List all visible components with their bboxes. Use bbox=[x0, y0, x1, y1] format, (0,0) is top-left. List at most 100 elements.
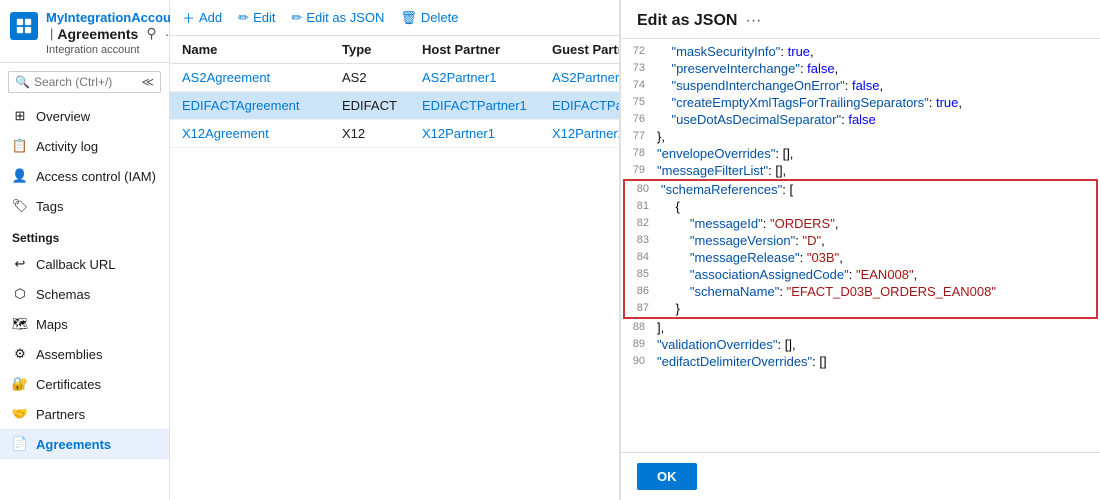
json-line: 76 "useDotAsDecimalSeparator": false bbox=[621, 111, 1100, 128]
line-number: 75 bbox=[621, 95, 653, 108]
row-type: X12 bbox=[342, 126, 422, 141]
nav-certificates-label: Certificates bbox=[36, 377, 101, 392]
maps-icon: 🗺 bbox=[12, 316, 28, 332]
schemas-icon: ⬡ bbox=[12, 286, 28, 302]
partners-icon: 🤝 bbox=[12, 406, 28, 422]
edit-button[interactable]: ✏ Edit bbox=[238, 10, 275, 26]
col-name: Name bbox=[182, 42, 342, 57]
nav-schemas[interactable]: ⬡ Schemas bbox=[0, 279, 169, 309]
access-icon: 👤 bbox=[12, 168, 28, 184]
line-number: 72 bbox=[621, 44, 653, 57]
line-content: "preserveInterchange": false, bbox=[653, 61, 1100, 76]
line-number: 86 bbox=[625, 284, 657, 297]
line-content: "messageRelease": "03B", bbox=[657, 250, 1096, 265]
line-content: "useDotAsDecimalSeparator": false bbox=[653, 112, 1100, 127]
table-row[interactable]: AS2Agreement AS2 AS2Partner1 AS2Partner2 bbox=[170, 64, 619, 92]
agreements-icon: 📄 bbox=[12, 436, 28, 452]
line-number: 85 bbox=[625, 267, 657, 280]
search-input[interactable] bbox=[34, 75, 135, 89]
json-line: 86 "schemaName": "EFACT_D03B_ORDERS_EAN0… bbox=[625, 283, 1096, 300]
edit-json-button[interactable]: ✏ Edit as JSON bbox=[291, 10, 384, 26]
row-type: AS2 bbox=[342, 70, 422, 85]
json-header: Edit as JSON ··· bbox=[621, 0, 1100, 39]
pin-button[interactable]: ⚲ bbox=[146, 25, 156, 42]
nav-agreements-label: Agreements bbox=[36, 437, 111, 452]
line-number: 89 bbox=[621, 337, 653, 350]
line-content: "envelopeOverrides": [], bbox=[653, 146, 1100, 161]
section-title: Agreements bbox=[57, 26, 138, 42]
json-panel: Edit as JSON ··· 72 "maskSecurityInfo": … bbox=[620, 0, 1100, 500]
line-content: "createEmptyXmlTagsForTrailingSeparators… bbox=[653, 95, 1100, 110]
add-button[interactable]: ＋ Add bbox=[182, 8, 222, 27]
row-host: X12Partner1 bbox=[422, 126, 552, 141]
json-line: 79 "messageFilterList": [], bbox=[621, 162, 1100, 179]
json-line: 89 "validationOverrides": [], bbox=[621, 336, 1100, 353]
line-number: 84 bbox=[625, 250, 657, 263]
row-host: EDIFACTPartner1 bbox=[422, 98, 552, 113]
json-line: 83 "messageVersion": "D", bbox=[625, 232, 1096, 249]
edit-json-label: Edit as JSON bbox=[306, 10, 384, 25]
col-type: Type bbox=[342, 42, 422, 57]
line-number: 79 bbox=[621, 163, 653, 176]
nav-tags[interactable]: 🏷 Tags bbox=[0, 191, 169, 221]
nav-activity-label: Activity log bbox=[36, 139, 98, 154]
line-content: { bbox=[657, 199, 1096, 214]
json-line: 81 { bbox=[625, 198, 1096, 215]
nav-activity-log[interactable]: 📋 Activity log bbox=[0, 131, 169, 161]
settings-section-label: Settings bbox=[0, 221, 169, 249]
ok-button[interactable]: OK bbox=[637, 463, 697, 490]
overview-icon: ⊞ bbox=[12, 108, 28, 124]
line-content: "schemaReferences": [ bbox=[657, 182, 1096, 197]
activity-icon: 📋 bbox=[12, 138, 28, 154]
table-header: Name Type Host Partner Guest Partner bbox=[170, 36, 619, 64]
account-icon bbox=[10, 12, 38, 40]
edit-icon: ✏ bbox=[238, 10, 249, 26]
table-row[interactable]: X12Agreement X12 X12Partner1 X12Partner2 bbox=[170, 120, 619, 148]
nav-callback-url[interactable]: ↩ Callback URL bbox=[0, 249, 169, 279]
row-host: AS2Partner1 bbox=[422, 70, 552, 85]
nav-agreements[interactable]: 📄 Agreements bbox=[0, 429, 169, 459]
json-line: 78 "envelopeOverrides": [], bbox=[621, 145, 1100, 162]
nav-certificates[interactable]: 🔐 Certificates bbox=[0, 369, 169, 399]
line-number: 77 bbox=[621, 129, 653, 142]
nav-assemblies-label: Assemblies bbox=[36, 347, 102, 362]
line-content: "messageVersion": "D", bbox=[657, 233, 1096, 248]
delete-icon: 🗑 bbox=[400, 10, 417, 26]
line-content: "edifactDelimiterOverrides": [] bbox=[653, 354, 1100, 369]
row-guest: AS2Partner2 bbox=[552, 70, 620, 85]
row-name: EDIFACTAgreement bbox=[182, 98, 342, 113]
json-line: 80 "schemaReferences": [ bbox=[625, 181, 1096, 198]
account-header: MyIntegrationAccount | Agreements ⚲ ··· … bbox=[0, 0, 169, 63]
pipe-separator: | bbox=[50, 26, 53, 41]
line-number: 87 bbox=[625, 301, 657, 314]
nav-assemblies[interactable]: ⚙ Assemblies bbox=[0, 339, 169, 369]
json-panel-title: Edit as JSON bbox=[637, 12, 737, 30]
row-name: X12Agreement bbox=[182, 126, 342, 141]
nav-schemas-label: Schemas bbox=[36, 287, 90, 302]
callback-icon: ↩ bbox=[12, 256, 28, 272]
json-line: 73 "preserveInterchange": false, bbox=[621, 60, 1100, 77]
table-row[interactable]: EDIFACTAgreement EDIFACT EDIFACTPartner1… bbox=[170, 92, 619, 120]
line-number: 78 bbox=[621, 146, 653, 159]
col-guest: Guest Partner bbox=[552, 42, 620, 57]
nav-maps[interactable]: 🗺 Maps bbox=[0, 309, 169, 339]
nav-overview[interactable]: ⊞ Overview bbox=[0, 101, 169, 131]
delete-label: Delete bbox=[421, 10, 459, 25]
row-guest: EDIFACTPartner2 bbox=[552, 98, 620, 113]
line-number: 80 bbox=[625, 182, 657, 195]
nav-overview-label: Overview bbox=[36, 109, 90, 124]
json-body[interactable]: 72 "maskSecurityInfo": true, 73 "preserv… bbox=[621, 39, 1100, 452]
collapse-icon[interactable]: ≪ bbox=[141, 75, 154, 89]
nav-partners[interactable]: 🤝 Partners bbox=[0, 399, 169, 429]
line-content: "messageFilterList": [], bbox=[653, 163, 1100, 178]
line-content: ], bbox=[653, 320, 1100, 335]
main-content: ＋ Add ✏ Edit ✏ Edit as JSON 🗑 Delete Nam… bbox=[170, 0, 620, 500]
json-line: 74 "suspendInterchangeOnError": false, bbox=[621, 77, 1100, 94]
line-number: 74 bbox=[621, 78, 653, 91]
search-box[interactable]: 🔍 ≪ bbox=[8, 71, 161, 93]
nav-access-control[interactable]: 👤 Access control (IAM) bbox=[0, 161, 169, 191]
delete-button[interactable]: 🗑 Delete bbox=[400, 10, 458, 26]
line-number: 82 bbox=[625, 216, 657, 229]
line-content: "messageId": "ORDERS", bbox=[657, 216, 1096, 231]
json-more-button[interactable]: ··· bbox=[745, 12, 761, 30]
